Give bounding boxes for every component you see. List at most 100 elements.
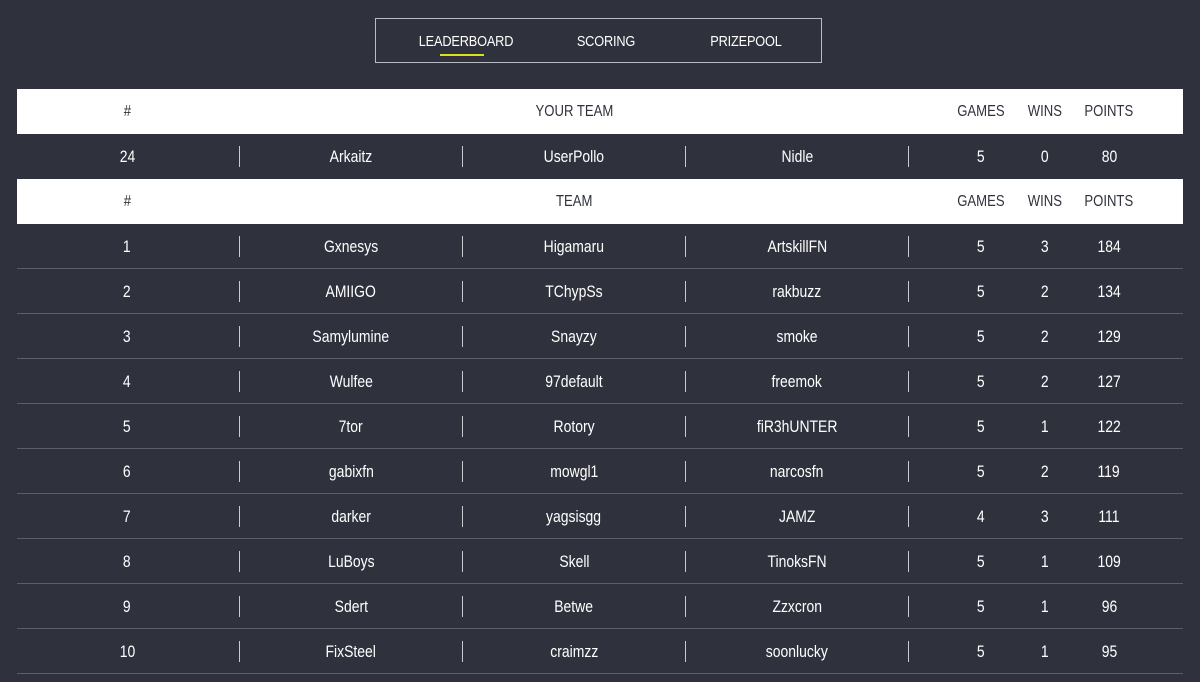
- column-divider: [239, 551, 240, 572]
- tab-bar: LEADERBOARD SCORING PRIZEPOOL: [375, 18, 822, 63]
- points-cell: 122: [1097, 417, 1121, 436]
- rank-cell: 7: [123, 507, 131, 526]
- player-3-cell: rakbuzz: [772, 282, 822, 301]
- header-rank: #: [123, 193, 131, 210]
- table-row[interactable]: 5 7tor Rotory fiR3hUNTER 5 1 122: [17, 404, 1183, 449]
- rank-cell: 24: [119, 147, 135, 166]
- column-divider: [462, 326, 463, 347]
- points-cell: 129: [1097, 327, 1121, 346]
- points-cell: 80: [1101, 147, 1117, 166]
- table-row[interactable]: 10 FixSteel craimzz soonlucky 5 1 95: [17, 629, 1183, 674]
- table-row[interactable]: 7 darker yagsisgg JAMZ 4 3 111: [17, 494, 1183, 539]
- player-3-cell: soonlucky: [765, 642, 828, 661]
- column-divider: [685, 371, 686, 392]
- player-3-cell: smoke: [776, 327, 818, 346]
- player-2-cell: Skell: [558, 552, 590, 571]
- rank-cell: 1: [123, 237, 131, 256]
- your-team-row: 24 Arkaitz UserPollo Nidle 5 0 80: [17, 134, 1183, 179]
- column-divider: [908, 641, 909, 662]
- column-divider: [239, 146, 240, 167]
- column-divider: [908, 461, 909, 482]
- player-1-cell: Arkaitz: [329, 147, 373, 166]
- table-row[interactable]: 3 Samylumine Snayzy smoke 5 2 129: [17, 314, 1183, 359]
- column-divider: [462, 596, 463, 617]
- rank-cell: 8: [123, 552, 131, 571]
- player-3-cell: narcosfn: [770, 462, 824, 481]
- player-2-cell: mowgl1: [549, 462, 599, 481]
- player-1-cell: gabixfn: [328, 462, 374, 481]
- header-team: TEAM: [555, 193, 593, 210]
- player-3-cell: freemok: [771, 372, 823, 391]
- column-divider: [239, 596, 240, 617]
- player-2-cell: Higamaru: [543, 237, 605, 256]
- player-3-cell: TinoksFN: [767, 552, 827, 571]
- points-cell: 134: [1097, 282, 1121, 301]
- tab-scoring[interactable]: SCORING: [564, 19, 649, 64]
- player-1-cell: Samylumine: [312, 327, 390, 346]
- column-divider: [685, 146, 686, 167]
- points-cell: 119: [1097, 462, 1121, 481]
- column-divider: [462, 371, 463, 392]
- column-divider: [239, 326, 240, 347]
- rank-cell: 9: [123, 597, 131, 616]
- player-3-cell: Zzxcron: [772, 597, 822, 616]
- column-divider: [462, 416, 463, 437]
- column-divider: [908, 326, 909, 347]
- your-team-header-row: # YOUR TEAM GAMES WINS POINTS: [17, 89, 1183, 134]
- column-divider: [239, 461, 240, 482]
- column-divider: [462, 236, 463, 257]
- rank-cell: 3: [123, 327, 131, 346]
- player-1-cell: Wulfee: [329, 372, 373, 391]
- player-1-cell: FixSteel: [325, 642, 377, 661]
- player-2-cell: Snayzy: [551, 327, 597, 346]
- column-divider: [908, 416, 909, 437]
- tab-leaderboard[interactable]: LEADERBOARD: [415, 19, 517, 64]
- column-divider: [908, 236, 909, 257]
- column-divider: [685, 281, 686, 302]
- leaderboard-header-row: # TEAM GAMES WINS POINTS: [17, 179, 1183, 224]
- tab-prizepool[interactable]: PRIZEPOOL: [704, 19, 789, 64]
- rank-cell: 2: [123, 282, 131, 301]
- leaderboard-rows: 1 Gxnesys Higamaru ArtskillFN 5 3 184 2 …: [17, 224, 1183, 674]
- column-divider: [462, 461, 463, 482]
- rank-cell: 5: [123, 417, 131, 436]
- header-rank: #: [123, 103, 131, 120]
- points-cell: 111: [1098, 507, 1120, 526]
- player-3-cell: fiR3hUNTER: [756, 417, 838, 436]
- column-divider: [908, 596, 909, 617]
- player-1-cell: darker: [331, 507, 371, 526]
- player-1-cell: Gxnesys: [323, 237, 379, 256]
- column-divider: [685, 326, 686, 347]
- column-divider: [685, 461, 686, 482]
- rank-cell: 10: [119, 642, 135, 661]
- points-cell: 95: [1101, 642, 1117, 661]
- player-2-cell: UserPollo: [543, 147, 605, 166]
- column-divider: [239, 236, 240, 257]
- column-divider: [462, 641, 463, 662]
- player-1-cell: 7tor: [338, 417, 364, 436]
- table-row[interactable]: 1 Gxnesys Higamaru ArtskillFN 5 3 184: [17, 224, 1183, 269]
- table-row[interactable]: 4 Wulfee 97default freemok 5 2 127: [17, 359, 1183, 404]
- column-divider: [239, 641, 240, 662]
- player-3-cell: JAMZ: [778, 507, 816, 526]
- leaderboard-table: # YOUR TEAM GAMES WINS POINTS 24 Arkaitz…: [17, 89, 1183, 674]
- player-3-cell: Nidle: [781, 147, 813, 166]
- player-1-cell: AMIIGO: [325, 282, 377, 301]
- column-divider: [685, 416, 686, 437]
- table-row[interactable]: 2 AMIIGO TChypSs rakbuzz 5 2 134: [17, 269, 1183, 314]
- table-row[interactable]: 9 Sdert Betwe Zzxcron 5 1 96: [17, 584, 1183, 629]
- table-row[interactable]: 8 LuBoys Skell TinoksFN 5 1 109: [17, 539, 1183, 584]
- player-2-cell: Betwe: [554, 597, 594, 616]
- column-divider: [685, 596, 686, 617]
- column-divider: [239, 371, 240, 392]
- player-3-cell: ArtskillFN: [767, 237, 827, 256]
- column-divider: [908, 371, 909, 392]
- column-divider: [462, 146, 463, 167]
- header-points: POINTS: [1084, 193, 1134, 210]
- table-row[interactable]: 6 gabixfn mowgl1 narcosfn 5 2 119: [17, 449, 1183, 494]
- column-divider: [462, 551, 463, 572]
- player-2-cell: Rotory: [553, 417, 595, 436]
- column-divider: [462, 506, 463, 527]
- column-divider: [908, 506, 909, 527]
- header-your-team: YOUR TEAM: [535, 103, 613, 120]
